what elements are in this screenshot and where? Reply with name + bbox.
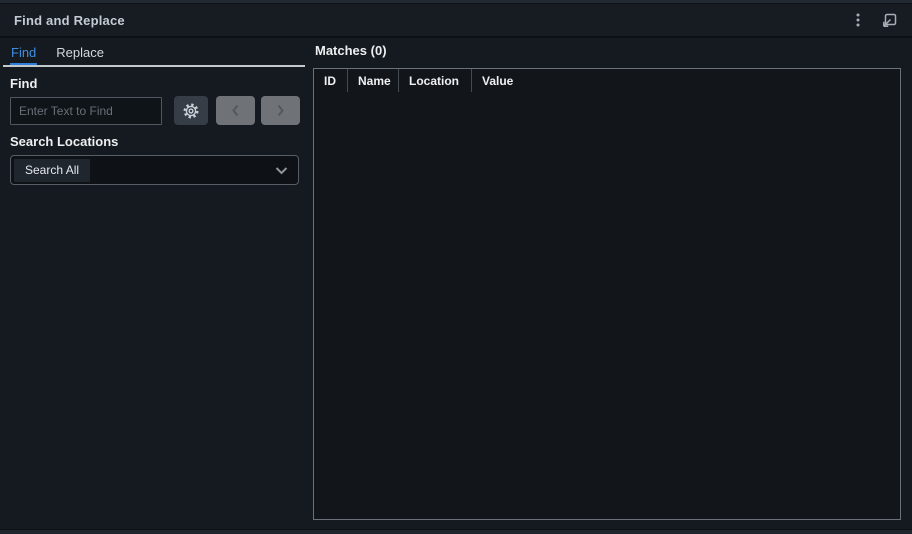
matches-title: Matches (0) [315,43,387,58]
panel-content: Find Replace Find Enter Text to Find Sea… [0,38,912,533]
tab-replace[interactable]: Replace [55,43,105,65]
find-row [10,96,305,125]
previous-match-button[interactable] [216,96,255,125]
matches-panel: Matches (0) ID Name Location Value [313,43,912,533]
search-locations-dropdown[interactable]: Search All [10,155,299,185]
more-options-button[interactable] [849,10,867,30]
search-locations-label: Search Locations [10,134,119,149]
dropdown-selected-value: Search All [14,158,91,182]
column-header-location[interactable]: Location [398,69,471,92]
tab-bar: Find Replace [3,43,305,67]
panel-title: Find and Replace [14,12,125,28]
find-text-input[interactable] [10,96,162,125]
window-bottom-edge [0,529,912,534]
titlebar-actions [849,10,900,31]
column-header-name[interactable]: Name [347,69,398,92]
popout-button[interactable] [879,10,900,31]
pop-out-icon [883,13,897,27]
find-label: Find [10,76,38,91]
search-settings-button[interactable] [174,96,208,125]
tab-find[interactable]: Find [10,43,38,65]
column-header-id[interactable]: ID [314,69,347,92]
chevron-left-icon [232,104,239,117]
more-vertical-icon [856,13,860,27]
titlebar: Find and Replace [0,4,912,38]
table-header-row: ID Name Location Value [314,69,900,92]
table-body [314,92,900,519]
matches-table[interactable]: ID Name Location Value [313,68,901,520]
chevron-down-icon [275,166,288,175]
search-controls-panel: Find Replace Find Enter Text to Find Sea… [0,43,305,533]
chevron-right-icon [277,104,284,117]
next-match-button[interactable] [261,96,300,125]
gear-icon [183,103,199,118]
column-header-value[interactable]: Value [471,69,900,92]
find-and-replace-panel: Find and Replace Find Replace Find Enter… [0,0,912,534]
